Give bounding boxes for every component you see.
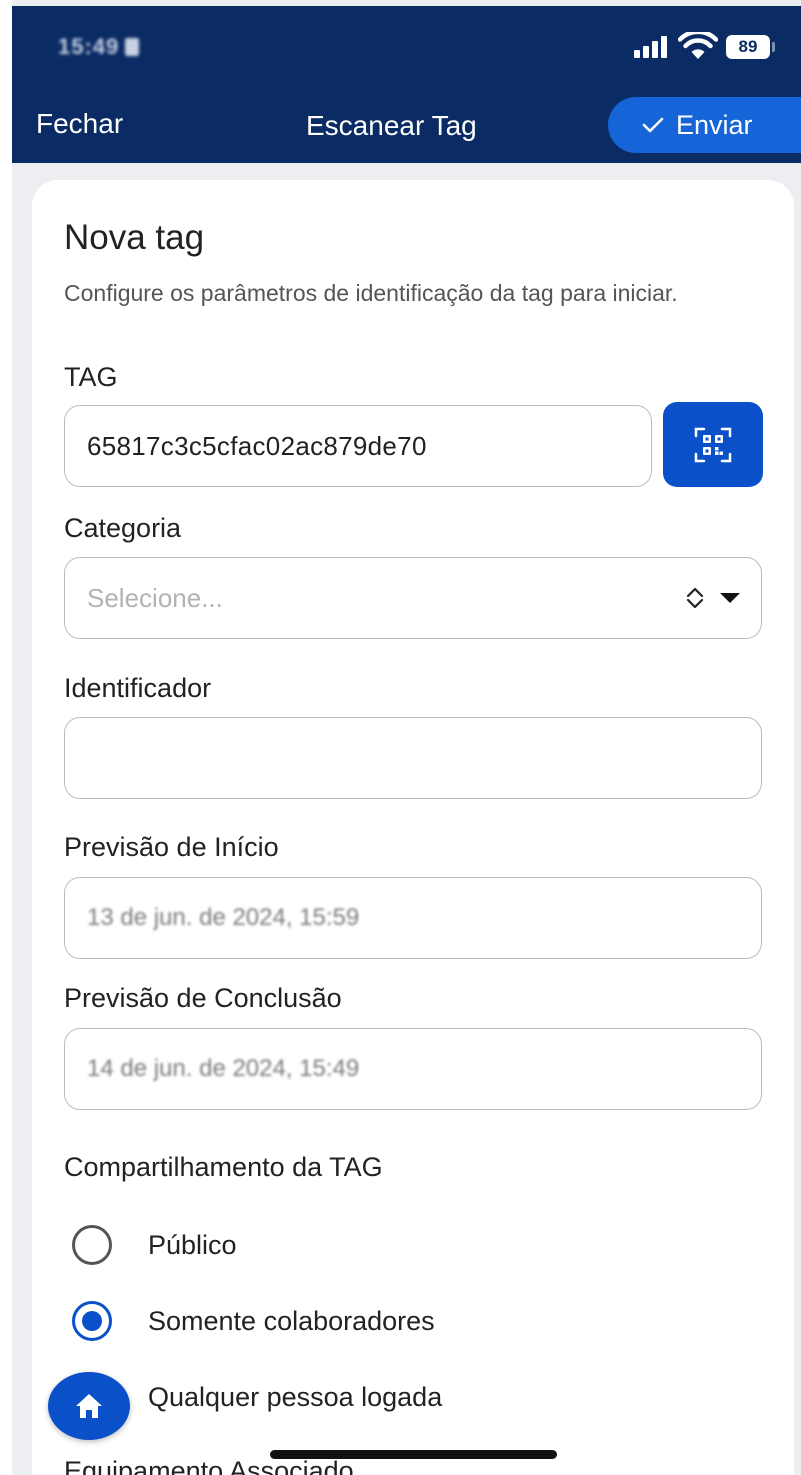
start-datetime-value: 13 de jun. de 2024, 15:59: [87, 904, 360, 931]
check-icon: [642, 117, 664, 133]
tag-value: 65817c3c5cfac02ac879de70: [87, 430, 427, 461]
radio-label: Somente colaboradores: [148, 1305, 435, 1336]
end-datetime-input[interactable]: 14 de jun. de 2024, 15:49: [64, 1028, 762, 1110]
battery-icon: 89: [726, 35, 770, 59]
status-time: 15:49: [58, 34, 140, 60]
battery-tip: [772, 42, 775, 52]
category-select[interactable]: Selecione...: [64, 557, 762, 639]
radio-label: Público: [148, 1229, 237, 1260]
caret-down-icon: [720, 593, 740, 603]
send-button-label: Enviar: [676, 109, 753, 140]
tag-label: TAG: [64, 362, 118, 392]
qr-scan-button[interactable]: [663, 402, 763, 487]
form-subtitle: Configure os parâmetros de identificação…: [64, 280, 678, 306]
battery-level: 89: [738, 37, 758, 56]
end-datetime-value: 14 de jun. de 2024, 15:49: [87, 1055, 360, 1082]
home-button[interactable]: [48, 1372, 130, 1440]
send-button[interactable]: Enviar: [608, 97, 801, 153]
start-datetime-input[interactable]: 13 de jun. de 2024, 15:59: [64, 877, 762, 959]
end-label: Previsão de Conclusão: [64, 983, 342, 1013]
form-card: [32, 180, 794, 1475]
app-screen: 15:49 89 Fechar Escanear Tag Enviar Nova…: [0, 0, 801, 1475]
wifi-icon: [678, 32, 718, 59]
lock-icon: [125, 38, 140, 56]
home-indicator: [270, 1450, 557, 1459]
identifier-label: Identificador: [64, 673, 212, 703]
close-button[interactable]: Fechar: [36, 108, 123, 140]
sharing-option-collaborators[interactable]: Somente colaboradores: [72, 1301, 435, 1341]
form-title: Nova tag: [64, 218, 205, 257]
category-label: Categoria: [64, 513, 182, 543]
radio-label: Qualquer pessoa logada: [148, 1381, 443, 1412]
category-placeholder: Selecione...: [87, 582, 223, 613]
page-title: Escanear Tag: [306, 110, 477, 141]
cellular-signal-icon: [634, 36, 670, 58]
qr-scan-icon: [694, 427, 732, 462]
radio-button-selected[interactable]: [72, 1301, 112, 1341]
tag-input[interactable]: 65817c3c5cfac02ac879de70: [64, 405, 652, 487]
identifier-input[interactable]: [64, 717, 762, 799]
radio-button[interactable]: [72, 1225, 112, 1265]
home-icon: [76, 1394, 102, 1418]
chevron-up-down-icon: [686, 587, 704, 609]
start-label: Previsão de Início: [64, 832, 279, 862]
sharing-option-public[interactable]: Público: [72, 1225, 237, 1265]
sharing-label: Compartilhamento da TAG: [64, 1152, 383, 1182]
